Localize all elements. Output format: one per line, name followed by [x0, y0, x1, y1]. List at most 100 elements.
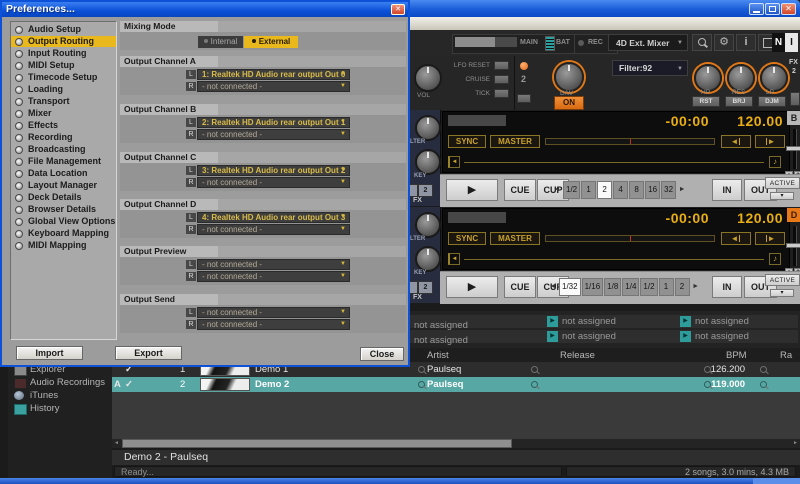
scroll-left-arrow[interactable]: ◄ — [112, 439, 121, 448]
output-select-l[interactable]: - not connected -▼ — [197, 259, 350, 270]
beatjump-marker[interactable]: ♪ — [769, 156, 781, 168]
play-button[interactable]: ▶ — [446, 276, 498, 298]
tick-button[interactable] — [494, 89, 509, 98]
loop-size-button[interactable]: 1 — [659, 278, 674, 296]
play-button[interactable]: ▶ — [446, 179, 498, 201]
loop-in-button[interactable]: IN — [712, 179, 742, 201]
loop-size-button-selected[interactable]: 1/32 — [559, 278, 581, 296]
dialog-close-button[interactable]: ✕ — [391, 4, 405, 15]
bend-minus-button[interactable]: ◄ — [721, 232, 751, 245]
track-row-2-selected[interactable]: A ✓ 2 Demo 2 Paulseq 119.000 — [112, 377, 800, 392]
output-select-r[interactable]: - not connected -▼ — [197, 177, 350, 188]
sidebar-item-transport[interactable]: Transport — [11, 96, 116, 107]
column-bpm[interactable]: BPM — [726, 350, 747, 361]
loop-size-button[interactable]: 32 — [661, 181, 676, 199]
output-select-r[interactable]: - not connected -▼ — [197, 319, 350, 330]
fx-snapshot-button[interactable] — [517, 94, 531, 103]
maximize-button[interactable] — [765, 3, 780, 15]
sidebar-item-loading[interactable]: Loading — [11, 84, 116, 95]
tree-item-history[interactable]: History — [8, 403, 112, 415]
cue-button[interactable]: CUE — [504, 276, 536, 298]
sidebar-item-input-routing[interactable]: Input Routing — [11, 48, 116, 59]
fx-res-knob[interactable] — [727, 64, 755, 92]
bend-minus-button[interactable]: ◄ — [721, 135, 751, 148]
dry-wet-knob[interactable] — [554, 62, 584, 92]
output-select-r[interactable]: - not connected -▼ — [197, 129, 350, 140]
vol-knob[interactable] — [414, 64, 442, 92]
output-select-l[interactable]: 1: Realtek HD Audio rear output Out 0▼ — [197, 69, 350, 80]
loop-active-caret[interactable]: ▾ — [770, 289, 794, 297]
key-knob[interactable] — [415, 149, 441, 175]
sidebar-item-mixer[interactable]: Mixer — [11, 108, 116, 119]
import-button[interactable]: Import — [16, 346, 83, 360]
fx-lp-knob[interactable] — [760, 64, 788, 92]
master-button[interactable]: MASTER — [490, 232, 540, 245]
master-button[interactable]: MASTER — [490, 135, 540, 148]
tracklist-empty-area[interactable] — [112, 392, 800, 439]
search-button[interactable] — [692, 34, 712, 51]
output-select-l[interactable]: 3: Realtek HD Audio rear output Out 2▼ — [197, 165, 350, 176]
fx-assign-1-button[interactable] — [409, 281, 418, 294]
deck-b-display[interactable]: -00:00 120.00 SYNC MASTER ◄ ► ◄ ♪ — [442, 111, 790, 173]
loop-size-button[interactable]: 2 — [675, 278, 690, 296]
loop-size-button[interactable]: 1/16 — [582, 278, 604, 296]
track-stripe[interactable] — [448, 212, 506, 223]
search-glyph[interactable] — [760, 381, 767, 388]
deck-d-display[interactable]: -00:00 120.00 SYNC MASTER ◄ ► ◄ ♪ — [442, 208, 790, 270]
sidebar-item-data-location[interactable]: Data Location — [11, 168, 116, 179]
loop-active-button[interactable]: ACTIVE — [765, 177, 800, 189]
deck-d-letter[interactable]: D — [787, 208, 800, 222]
loop-scroll-right[interactable]: ► — [677, 181, 687, 199]
loop-in-button[interactable]: IN — [712, 276, 742, 298]
tempo-position-bar[interactable] — [545, 138, 715, 145]
loop-size-button-selected[interactable]: 2 — [597, 181, 612, 199]
sidebar-item-midi-setup[interactable]: MIDI Setup — [11, 60, 116, 71]
loop-active-caret[interactable]: ▾ — [770, 192, 794, 200]
horizontal-scrollbar[interactable]: ◄ ► — [112, 439, 800, 448]
loop-size-button[interactable]: 4 — [613, 181, 628, 199]
dialog-close-action-button[interactable]: Close — [360, 347, 404, 361]
search-glyph[interactable] — [531, 366, 538, 373]
deck-b-letter[interactable]: B — [787, 111, 800, 125]
sidebar-item-layout-manager[interactable]: Layout Manager — [11, 180, 116, 191]
layout-select[interactable]: 4D Ext. Mixer ▼ — [608, 34, 688, 51]
loop-size-button[interactable]: 16 — [645, 181, 660, 199]
loop-scroll-left[interactable]: ◄ — [552, 181, 562, 199]
taskbar-tray[interactable] — [753, 478, 800, 484]
sidebar-item-broadcasting[interactable]: Broadcasting — [11, 144, 116, 155]
column-release[interactable]: Release — [560, 350, 595, 361]
settings-button[interactable]: ⚙ — [714, 34, 734, 51]
info-button[interactable]: i — [736, 34, 756, 51]
track-stripe[interactable] — [448, 115, 506, 126]
cruise-button[interactable] — [494, 75, 509, 84]
key-knob[interactable] — [415, 246, 441, 272]
fx-assign-2-button[interactable]: 2 — [418, 184, 433, 197]
fx-rst-button[interactable]: RST — [692, 96, 720, 107]
tempo-position-bar[interactable] — [545, 235, 715, 242]
export-button[interactable]: Export — [115, 346, 182, 360]
output-select-r[interactable]: - not connected -▼ — [197, 81, 350, 92]
loop-size-button[interactable]: 1/8 — [604, 278, 621, 296]
loop-in-marker[interactable]: ◄ — [448, 253, 460, 265]
sidebar-item-timecode-setup[interactable]: Timecode Setup — [11, 72, 116, 83]
fx-on-button[interactable]: ON — [554, 96, 584, 110]
sync-button[interactable]: SYNC — [448, 232, 486, 245]
scrollbar-thumb[interactable] — [122, 439, 512, 448]
windows-taskbar[interactable] — [0, 478, 800, 484]
loop-size-button[interactable]: 1/4 — [622, 278, 639, 296]
fx-assign-2-button[interactable]: 2 — [418, 281, 433, 294]
sidebar-item-midi-mapping[interactable]: MIDI Mapping — [11, 240, 116, 251]
output-select-r[interactable]: - not connected -▼ — [197, 224, 350, 235]
search-glyph[interactable] — [760, 366, 767, 373]
minimize-button[interactable] — [749, 3, 764, 15]
fx-effect-select[interactable]: Filter:92 ▼ — [612, 60, 688, 76]
filter-knob[interactable] — [415, 115, 441, 141]
sidebar-item-effects[interactable]: Effects — [11, 120, 116, 131]
tempo-fader[interactable] — [786, 243, 800, 248]
tempo-fader[interactable] — [786, 146, 800, 151]
output-select-l[interactable]: 4: Realtek HD Audio rear output Out 3▼ — [197, 212, 350, 223]
loop-scroll-right[interactable]: ► — [691, 278, 701, 296]
sidebar-item-global-view-options[interactable]: Global View Options — [11, 216, 116, 227]
loop-active-button[interactable]: ACTIVE — [765, 274, 800, 286]
loop-size-button[interactable]: 1/2 — [640, 278, 657, 296]
